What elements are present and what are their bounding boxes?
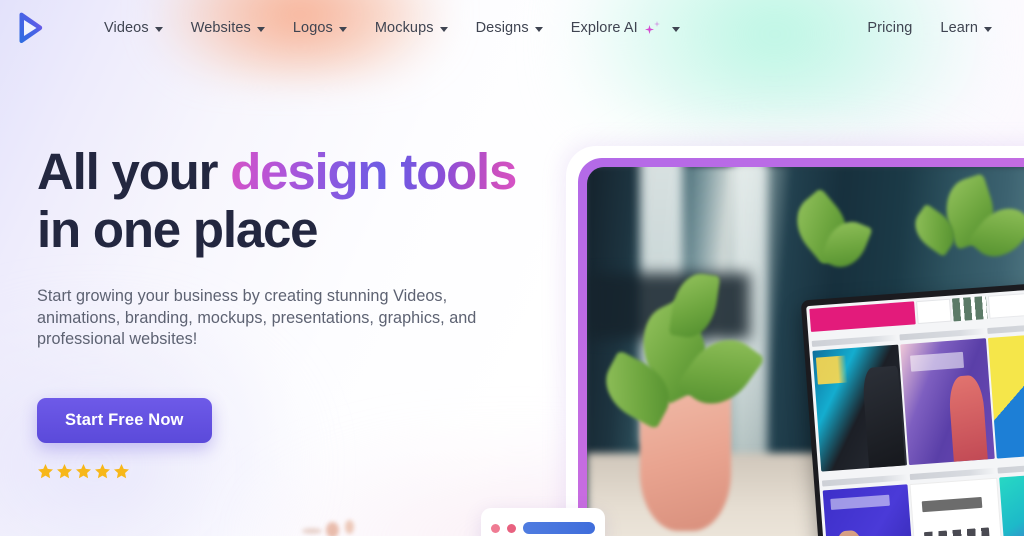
topbar-chip xyxy=(915,298,952,324)
gallery-label xyxy=(987,321,1024,334)
nav-label-websites: Websites xyxy=(190,19,251,36)
chevron-down-icon xyxy=(984,26,992,32)
decorative-blob xyxy=(345,520,354,534)
star-icon xyxy=(76,463,91,478)
topbar-misc xyxy=(987,289,1024,319)
nav-label-designs: Designs xyxy=(475,19,529,36)
nav-item-videos[interactable]: Videos xyxy=(90,15,177,42)
landing-page: Videos Websites Logos Mockups Designs Ex xyxy=(0,0,1024,536)
decorative-blob xyxy=(326,522,339,536)
hero-subtitle: Start growing your business by creating … xyxy=(37,287,477,348)
template-gallery-row-1 xyxy=(812,331,1024,471)
gallery-label xyxy=(997,461,1024,474)
nav-item-websites[interactable]: Websites xyxy=(177,15,279,42)
nav-label-learn: Learn xyxy=(940,19,978,36)
headline-plain-start: All your xyxy=(37,143,231,200)
template-card xyxy=(987,331,1024,458)
star-icon xyxy=(114,463,129,478)
star-rating xyxy=(37,463,557,480)
start-free-now-button[interactable]: Start Free Now xyxy=(37,397,212,443)
nav-item-learn[interactable]: Learn xyxy=(926,15,1006,42)
nav-label-logos: Logos xyxy=(292,19,333,36)
nav-label-pricing: Pricing xyxy=(867,19,913,36)
chevron-down-icon xyxy=(439,26,448,32)
play-triangle-logo-icon xyxy=(19,12,43,44)
nav-label-videos: Videos xyxy=(104,19,149,36)
chevron-down-icon xyxy=(256,26,265,32)
window-dot-icon xyxy=(491,523,500,533)
nav-item-pricing[interactable]: Pricing xyxy=(853,15,926,42)
headline-gradient-text: design tools xyxy=(230,143,517,200)
chevron-down-icon xyxy=(338,26,347,32)
nav-item-designs[interactable]: Designs xyxy=(462,15,557,42)
hero-image-border xyxy=(578,158,1024,536)
hero-image-photo xyxy=(587,167,1024,536)
nav-secondary-links: Pricing Learn xyxy=(853,15,1006,42)
template-card xyxy=(909,477,1006,536)
hero-image-frame xyxy=(566,146,1024,536)
window-address-bar xyxy=(523,522,595,534)
sparkle-large-icon xyxy=(644,24,654,34)
laptop-screen-content xyxy=(806,286,1024,536)
star-icon xyxy=(95,463,110,478)
star-icon xyxy=(38,463,53,478)
chevron-down-icon xyxy=(671,26,680,32)
star-icon xyxy=(57,463,72,478)
headline-plain-end: in one place xyxy=(37,201,319,258)
nav-primary-links: Videos Websites Logos Mockups Designs Ex xyxy=(90,15,694,42)
template-card xyxy=(822,483,916,536)
brand-logo[interactable] xyxy=(12,11,46,45)
nav-item-explore-ai[interactable]: Explore AI xyxy=(557,15,694,42)
main-navigation: Videos Websites Logos Mockups Designs Ex xyxy=(0,0,1024,56)
page-title: All your design tools in one place xyxy=(37,143,557,259)
decorative-blob xyxy=(302,528,322,534)
template-card xyxy=(998,470,1024,536)
laptop-device xyxy=(800,279,1024,536)
window-dot-icon xyxy=(507,523,516,533)
chevron-down-icon xyxy=(534,26,543,32)
ai-sparkle-icon xyxy=(644,20,662,36)
nav-item-mockups[interactable]: Mockups xyxy=(361,15,462,42)
laptop-lid xyxy=(800,279,1024,536)
template-card xyxy=(812,344,908,471)
sparkle-small-icon xyxy=(653,20,660,27)
nav-label-explore-ai: Explore AI xyxy=(570,19,638,36)
floating-browser-mockup-card xyxy=(481,508,605,536)
hero-content: All your design tools in one place Start… xyxy=(37,143,557,480)
nav-item-logos[interactable]: Logos xyxy=(279,15,361,42)
decorative-blobs xyxy=(300,512,410,536)
topbar-bars xyxy=(951,295,988,321)
chevron-down-icon xyxy=(154,26,163,32)
template-card xyxy=(900,337,995,465)
nav-label-mockups: Mockups xyxy=(374,19,434,36)
